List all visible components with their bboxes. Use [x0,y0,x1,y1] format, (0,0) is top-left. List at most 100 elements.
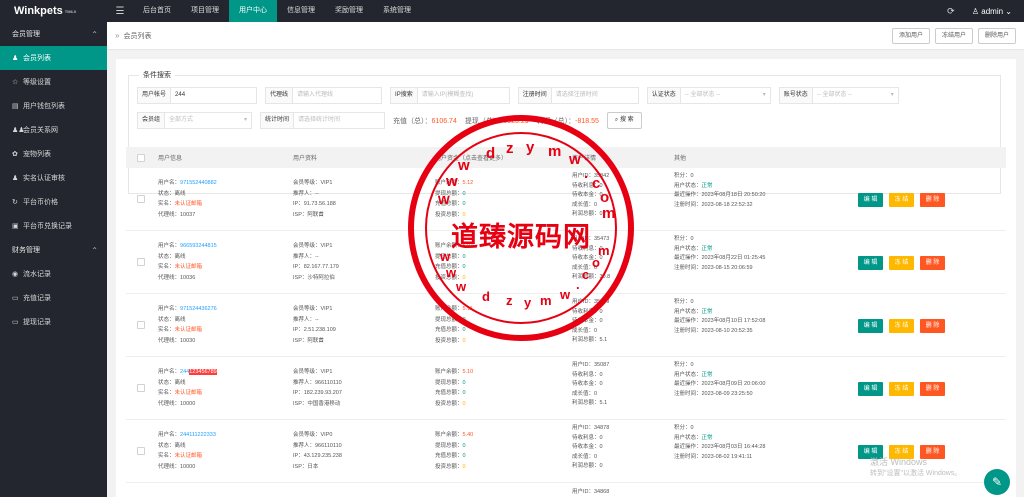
search-icon: ⌕ [614,117,619,123]
table-header: 用户信息 用户资料 用户资金（点击查看更多） 资产详情 其他 [126,147,1006,168]
edit-button[interactable]: 编 辑 [858,319,883,333]
freeze-button[interactable]: 冻 结 [889,256,914,270]
agent-input[interactable]: 请输入代理线 [293,87,383,104]
auth-status-select[interactable]: -- 全部状态 -- ▾ [680,87,771,104]
app-logo[interactable]: Winkpets TM6.0 [0,0,107,22]
header-other: 其他 [674,156,687,162]
user-info-cell: 用户名：971524436276 状态：离线 实名：未认证邮箱 代理线：1003… [158,306,217,344]
select-all-checkbox[interactable] [137,153,145,162]
freeze-button[interactable]: 冻 结 [889,193,914,207]
admin-user-menu[interactable]: ♙ admin ⌄ [964,7,1024,16]
delete-button[interactable]: 删 除 [920,319,945,333]
sidebar-item-relations[interactable]: ♟♟ 会员关系网 [0,118,107,142]
member-group-select[interactable]: 全部方式 ▾ [165,112,253,129]
sidebar-item-withdrawals[interactable]: ▭ 提现记录 [0,310,107,334]
star-icon: ☆ [12,79,19,86]
sidebar-group-finance[interactable]: 财务管理 ⌃ [0,238,107,262]
windows-activation-notice: 激活 Windows 转到"设置"以激活 Windows。 [870,457,962,477]
edit-button[interactable]: 编 辑 [858,382,883,396]
account-status-select[interactable]: -- 全部状态 -- ▾ [812,87,899,104]
nav-info[interactable]: 信息管理 [277,0,325,22]
dropdown-icon: ▾ [890,92,894,98]
refresh-icon[interactable]: ⟳ [938,6,964,17]
account-label: 用户帐号 [137,87,172,104]
freeze-button[interactable]: 冻 结 [889,319,914,333]
sidebar-item-coin-price[interactable]: ↻ 平台币价格 [0,190,107,214]
user-info-cell: 用户名：971552440882 状态：离线 实名：未认证邮箱 代理线：1003… [158,180,217,218]
stat-time-label: 统计时间 [260,112,295,129]
delete-button[interactable]: 删 除 [920,193,945,207]
sidebar-item-pets[interactable]: ✿ 宠物列表 [0,142,107,166]
sidebar-item-deposits[interactable]: ▭ 充值记录 [0,286,107,310]
stat-time-input[interactable]: 请选择统计时间 [294,112,386,129]
sidebar-item-verification[interactable]: ♟ 实名认证审核 [0,166,107,190]
top-nav: 后台首页 项目管理 用户中心 信息管理 奖励管理 系统管理 [133,0,421,22]
user-profile-cell: 会员等级：VIP1 推荐人：-- IP：82.167.77.179 ISP：沙特阿拉伯 [293,243,339,281]
menu-toggle-icon[interactable]: ☰ [107,6,133,17]
row-checkbox[interactable] [137,258,145,266]
other-cell: 积分：0 用户状态：正常 最近操作：2023年08月22日 01:25:45 注册时间… [674,236,766,271]
chevron-up-icon: ⌃ [91,245,98,255]
card-icon: ▭ [12,295,19,302]
delete-button[interactable]: 删 除 [920,256,945,270]
username-link[interactable]: 966593244815 [180,243,217,249]
chevron-down-icon: ⌄ [1005,6,1012,16]
nav-rewards[interactable]: 奖励管理 [325,0,373,22]
users-icon: ♟♟ [12,127,25,134]
breadcrumb-arrow-icon: » [115,31,120,40]
assets-cell: 用户ID：35087 待收利息：0 待收本金：0 成长值：0 利润总额：5.1 [572,362,610,406]
card-icon: ▭ [12,319,19,326]
sidebar: 会员管理 ⌃ ♟ 会员列表 ☆ 等级设置 ▤ 用户钱包列表 ♟♟ 会员关系网 ✿ 宠物列表 … [0,22,107,497]
sidebar-item-transactions[interactable]: ◉ 流水记录 [0,262,107,286]
chat-icon[interactable]: ✎ [984,469,1010,495]
sidebar-item-coin-exchange[interactable]: ▣ 平台币兑换记录 [0,214,107,238]
sidebar-item-member-list[interactable]: ♟ 会员列表 [0,46,107,70]
sidebar-item-level-settings[interactable]: ☆ 等级设置 [0,70,107,94]
search-button[interactable]: ⌕ 搜 索 [606,112,642,129]
edit-button[interactable]: 编 辑 [858,256,883,270]
delete-users-button[interactable]: 删除用户 [977,27,1016,44]
auth-status-label: 认证状态 [646,87,681,104]
sidebar-item-wallet-list[interactable]: ▤ 用户钱包列表 [0,94,107,118]
edit-button[interactable]: 编 辑 [858,193,883,207]
user-profile-cell: 会员等级：VIP0 推荐人：966110110 IP：43.129.235.238 I… [293,432,342,470]
username-link[interactable]: 244111222333 [180,432,216,438]
delete-button[interactable]: 删 除 [920,382,945,396]
assets-cell: 用户ID：35473 待收利息：0 待收本金：0 成长值：0 利润总额：30.8 [572,236,611,280]
nav-home[interactable]: 后台首页 [133,0,181,22]
other-cell: 积分：0 用户状态：正常 最近操作：2023年08月18日 20:50:20 注册时间… [674,173,766,208]
withdraw-total: 提现（总）：6925.29 [464,117,529,125]
assets-cell: 用户ID：34868 [572,489,610,495]
row-checkbox[interactable] [137,195,145,203]
profit-total: 利润（总）：-818.55 [536,117,599,125]
username-link[interactable]: 244123456789 [180,369,217,375]
filter-legend: 条件搜索 [139,70,175,80]
reg-time-input[interactable]: 请选择注册时间 [551,87,639,104]
freeze-users-button[interactable]: 冻结用户 [934,27,973,44]
account-input[interactable]: 244 [171,87,258,104]
ip-input[interactable]: 请输入IP(模糊查找) [417,87,510,104]
reg-time-label: 注册时间 [517,87,552,104]
username-link[interactable]: 971552440882 [180,180,217,186]
user-profile-cell: 会员等级：VIP1 推荐人：-- IP：2.51.238.109 ISP：阿联酋 [293,306,336,344]
table-row: 用户名：244123456789 状态：离线 实名：未认证邮箱 代理线：1000… [126,357,1006,420]
account-status-label: 账号状态 [778,87,813,104]
nav-projects[interactable]: 项目管理 [181,0,229,22]
row-checkbox[interactable] [137,447,145,455]
nav-system[interactable]: 系统管理 [373,0,421,22]
row-checkbox[interactable] [137,321,145,329]
other-cell: 积分：0 用户状态：正常 最近操作：2023年08月03日 16:44:28 注册时间… [674,425,766,460]
header-user-info: 用户信息 [158,156,183,162]
username-link[interactable]: 971524436276 [180,306,217,312]
freeze-button[interactable]: 冻 结 [889,382,914,396]
price-icon: ↻ [12,199,18,206]
header-user-funds: 用户资金（点击查看更多） [435,156,508,162]
sidebar-group-members[interactable]: 会员管理 ⌃ [0,22,107,46]
assets-cell: 用户ID：35379 待收利息：0 待收本金：0 成长值：0 利润总额：5.1 [572,299,610,343]
wallet-icon: ▤ [12,103,19,110]
nav-user-center[interactable]: 用户中心 [229,0,277,22]
top-bar: Winkpets TM6.0 ☰ 后台首页 项目管理 用户中心 信息管理 奖励管理… [0,0,1024,22]
add-user-button[interactable]: 添加用户 [891,27,930,44]
row-checkbox[interactable] [137,384,145,392]
agent-label: 代理线 [265,87,294,104]
